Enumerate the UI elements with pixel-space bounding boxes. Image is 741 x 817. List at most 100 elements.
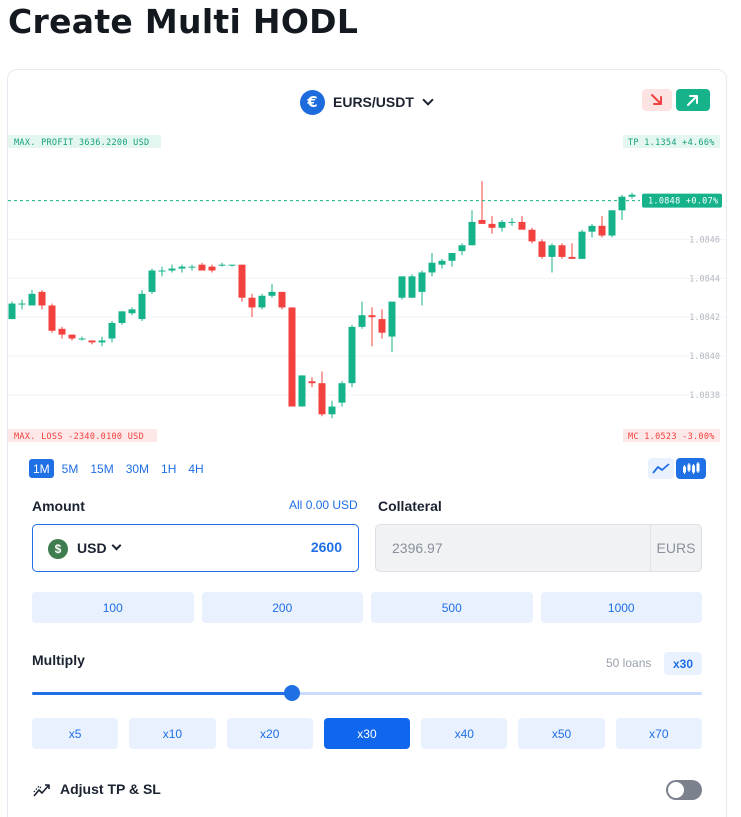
candle-down — [308, 381, 316, 384]
y-tick-label: 1.0838 — [689, 391, 720, 401]
candle-up — [408, 276, 416, 298]
candle-up — [78, 338, 86, 340]
amount-preset-500[interactable]: 500 — [371, 592, 533, 623]
loans-count: 50 loans — [606, 656, 652, 670]
candle-up — [498, 221, 506, 228]
candle-up — [28, 293, 36, 306]
candle-up — [398, 276, 406, 298]
candle-down — [478, 220, 486, 224]
amount-input[interactable] — [192, 539, 342, 555]
candle-up — [8, 303, 16, 320]
timeframe-tab-15m[interactable]: 15M — [86, 459, 117, 478]
multiplier-option-x70[interactable]: x70 — [615, 718, 702, 749]
y-tick-label: 1.0842 — [689, 313, 720, 323]
candle-up — [428, 262, 436, 273]
amount-label: Amount — [32, 498, 85, 514]
candle-up — [168, 268, 176, 271]
timeframe-tab-4h[interactable]: 4H — [184, 459, 207, 478]
timeframe-tab-1m[interactable]: 1M — [29, 459, 54, 478]
candle-down — [238, 264, 246, 298]
multiplier-slider[interactable] — [32, 685, 702, 701]
max-profit-label: MAX. PROFIT 3636.2200 USD — [14, 138, 149, 148]
candle-down — [48, 305, 56, 331]
collateral-value: 2396.97 — [392, 540, 443, 556]
candle-up — [298, 375, 306, 407]
timeframe-tab-1h[interactable]: 1H — [157, 459, 180, 478]
candle-up — [438, 260, 446, 265]
adjust-tp-sl-toggle[interactable] — [666, 780, 702, 800]
candle-up — [588, 225, 596, 232]
max-loss-label: MAX. LOSS -2340.0100 USD — [14, 432, 144, 442]
timeframe-tab-30m[interactable]: 30M — [122, 459, 153, 478]
collateral-field: 2396.97 EURS — [375, 524, 702, 572]
candle-up — [608, 210, 616, 236]
multiply-label: Multiply — [32, 652, 85, 668]
multiplier-option-x50[interactable]: x50 — [518, 718, 605, 749]
mc-label: MC 1.0523 -3.00% — [628, 432, 715, 442]
eurs-logo-icon: € — [300, 89, 325, 115]
currency-select[interactable]: USD — [77, 540, 107, 556]
candle-down — [88, 340, 96, 343]
candle-down — [558, 245, 566, 257]
slider-thumb[interactable] — [283, 685, 300, 701]
candle-down — [318, 383, 326, 415]
pair-name: EURS/USDT — [333, 94, 414, 110]
candle-up — [98, 340, 106, 343]
short-direction-button[interactable] — [642, 89, 672, 111]
candle-up — [228, 264, 236, 266]
candle-up — [338, 383, 346, 403]
multiplier-option-x40[interactable]: x40 — [421, 718, 508, 749]
slider-fill — [32, 692, 292, 695]
candle-up — [268, 291, 276, 296]
candle-down — [68, 334, 76, 339]
candle-down — [368, 315, 376, 318]
pair-selector[interactable]: € EURS/USDT — [300, 88, 434, 116]
chart-grid — [8, 238, 726, 396]
amount-preset-1000[interactable]: 1000 — [540, 592, 702, 623]
candle-up — [218, 264, 226, 266]
candle-down — [528, 229, 536, 242]
candle-up — [148, 270, 156, 292]
candle-up — [388, 301, 396, 337]
candle-up — [448, 253, 456, 261]
candle-up — [258, 295, 266, 308]
candle-down — [248, 297, 256, 308]
multiplier-option-x10[interactable]: x10 — [129, 718, 216, 749]
line-chart-button[interactable] — [648, 458, 674, 479]
all-balance-link[interactable]: All 0.00 USD — [289, 498, 358, 512]
current-price-label: 1.0848 +0.07% — [648, 197, 718, 207]
tp-label: TP 1.1354 +4.66% — [628, 138, 715, 148]
candle-up — [18, 303, 26, 305]
candlestick-chart-icon — [683, 462, 700, 474]
candle-down — [568, 256, 576, 259]
candle-up — [138, 293, 146, 320]
multiplier-option-x30[interactable]: x30 — [323, 718, 411, 749]
candle-up — [418, 272, 426, 292]
all-balance-value: 0.00 USD — [305, 498, 358, 512]
arrow-up-right-icon — [687, 95, 698, 106]
candlestick-series — [8, 181, 636, 419]
amount-preset-200[interactable]: 200 — [201, 592, 363, 623]
price-chart[interactable]: 1.0846 1.0844 1.0842 1.0840 1.0838 MAX. PROF… — [8, 132, 726, 444]
multiplier-option-x5[interactable]: x5 — [32, 718, 119, 749]
candle-up — [158, 270, 166, 272]
chevron-down-icon[interactable] — [111, 540, 122, 551]
amount-presets: 100 200 500 1000 — [32, 592, 702, 623]
candle-down — [518, 221, 526, 230]
candle-up — [358, 315, 366, 327]
y-tick-label: 1.0844 — [689, 274, 720, 284]
candle-down — [378, 319, 386, 333]
candle-up — [508, 221, 516, 223]
chevron-down-icon — [422, 94, 434, 106]
candle-down — [198, 264, 206, 271]
usd-coin-icon: $ — [48, 539, 68, 559]
candle-down — [598, 225, 606, 236]
timeframe-tab-5m[interactable]: 5M — [58, 459, 83, 478]
candle-up — [628, 194, 636, 197]
candle-down — [538, 241, 546, 257]
amount-preset-100[interactable]: 100 — [32, 592, 194, 623]
multiplier-option-x20[interactable]: x20 — [226, 718, 313, 749]
long-direction-button[interactable] — [676, 89, 710, 111]
candlestick-chart-button[interactable] — [676, 458, 706, 479]
candle-up — [578, 231, 586, 259]
